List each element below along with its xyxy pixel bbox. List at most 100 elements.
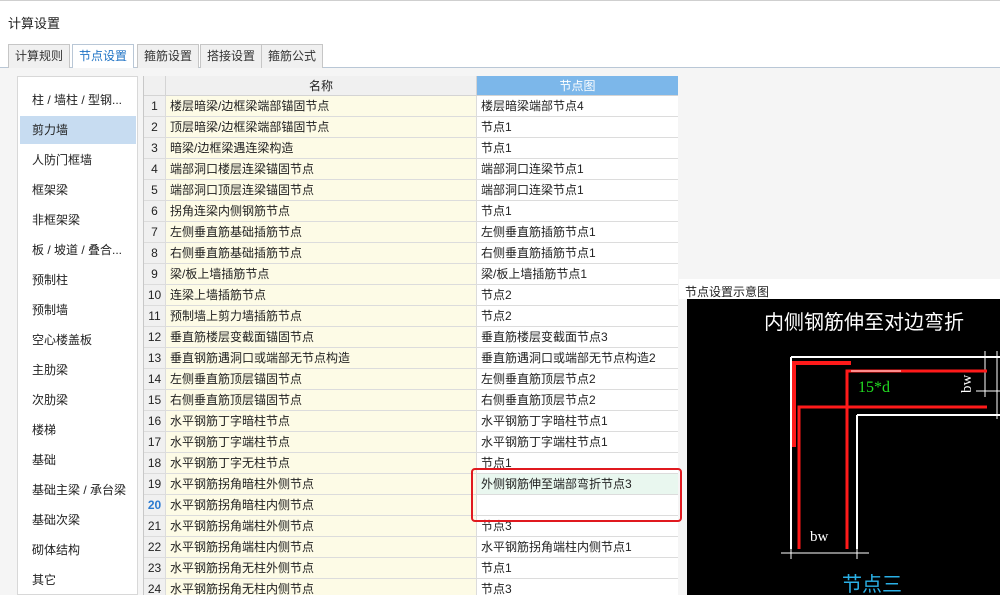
table-row[interactable]: 3 暗梁/边框梁遇连梁构造 节点1 <box>144 138 678 159</box>
table-row[interactable]: 6 拐角连梁内侧钢筋节点 节点1 <box>144 201 678 222</box>
node-value-cell[interactable]: 节点1 <box>477 201 678 222</box>
table-row[interactable]: 19 水平钢筋拐角暗柱外侧节点 外侧钢筋伸至端部弯折节点3 <box>144 474 678 495</box>
table-row[interactable]: 10 连梁上墙插筋节点 节点2 <box>144 285 678 306</box>
node-value-cell[interactable]: 节点3 <box>477 516 678 537</box>
sidebar-item[interactable]: 人防门框墙 <box>20 146 136 174</box>
table-row[interactable]: 9 梁/板上墙插筋节点 梁/板上墙插筋节点1 <box>144 264 678 285</box>
sidebar-item[interactable]: 主肋梁 <box>20 356 136 384</box>
node-value-cell[interactable]: 垂直筋楼层变截面节点3 <box>477 327 678 348</box>
table-row[interactable]: 1 楼层暗梁/边框梁端部锚固节点 楼层暗梁端部节点4 <box>144 96 678 117</box>
node-value-cell[interactable]: 节点2 <box>477 306 678 327</box>
table-row[interactable]: 20水平钢筋拐角暗柱内侧节点拐角暗柱内侧节点3··· <box>144 495 678 516</box>
node-value-cell[interactable]: 节点1 <box>477 558 678 579</box>
table-row[interactable]: 16 水平钢筋丁字暗柱节点 水平钢筋丁字暗柱节点1 <box>144 411 678 432</box>
tab-node-settings[interactable]: 节点设置 <box>72 44 135 69</box>
diagram-title: 内侧钢筋伸至对边弯折 <box>764 311 964 334</box>
table-row[interactable]: 7 左侧垂直筋基础插筋节点 左侧垂直筋插筋节点1 <box>144 222 678 243</box>
wall-thickness-label-side: bw <box>959 375 975 394</box>
tab-calc-rules[interactable]: 计算规则 <box>8 44 71 68</box>
diagram-caption: 节点三 <box>842 573 902 595</box>
setting-name-cell: 水平钢筋拐角暗柱外侧节点 <box>166 474 477 495</box>
tab-lap-settings[interactable]: 搭接设置 <box>200 44 263 68</box>
sidebar-item[interactable]: 基础次梁 <box>20 506 136 534</box>
node-diagram: 内侧钢筋伸至对边弯折 15*d bw bw 节点三 <box>764 311 1000 595</box>
setting-name-cell: 水平钢筋丁字无柱节点 <box>166 453 477 474</box>
row-number: 24 <box>144 579 166 595</box>
node-value-cell[interactable]: 楼层暗梁端部节点4 <box>477 96 678 117</box>
table-row[interactable]: 23 水平钢筋拐角无柱外侧节点 节点1 <box>144 558 678 579</box>
table-row[interactable]: 24 水平钢筋拐角无柱内侧节点 节点3 <box>144 579 678 595</box>
row-number: 18 <box>144 453 166 474</box>
setting-name-cell: 右侧垂直筋基础插筋节点 <box>166 243 477 264</box>
table-row[interactable]: 8 右侧垂直筋基础插筋节点 右侧垂直筋插筋节点1 <box>144 243 678 264</box>
node-value-cell[interactable]: 节点1 <box>477 453 678 474</box>
table-row[interactable]: 14 左侧垂直筋顶层锚固节点 左侧垂直筋顶层节点2 <box>144 369 678 390</box>
sidebar-item[interactable]: 次肋梁 <box>20 386 136 414</box>
table-row[interactable]: 11 预制墙上剪力墙插筋节点 节点2 <box>144 306 678 327</box>
table-row[interactable]: 5 端部洞口顶层连梁锚固节点 端部洞口连梁节点1 <box>144 180 678 201</box>
node-value-cell[interactable]: 左侧垂直筋顶层节点2 <box>477 369 678 390</box>
node-value-cell[interactable]: 右侧垂直筋顶层节点2 <box>477 390 678 411</box>
setting-name-cell: 梁/板上墙插筋节点 <box>166 264 477 285</box>
outer-rebar <box>792 361 851 447</box>
node-value-cell[interactable]: 端部洞口连梁节点1 <box>477 180 678 201</box>
component-type-list[interactable]: 柱 / 墙柱 / 型钢... 剪力墙 人防门框墙 框架梁 非框架梁板 / 坡道 / 叠合… <box>17 76 138 595</box>
row-number: 12 <box>144 327 166 348</box>
sidebar-item[interactable]: 框架梁 <box>20 176 136 204</box>
node-value-cell[interactable]: 节点1 <box>477 138 678 159</box>
setting-name-cell: 连梁上墙插筋节点 <box>166 285 477 306</box>
row-number: 8 <box>144 243 166 264</box>
setting-name-cell: 水平钢筋拐角端柱内侧节点 <box>166 537 477 558</box>
sidebar-item[interactable]: 砌体结构 <box>20 536 136 564</box>
table-row[interactable]: 12 垂直筋楼层变截面锚固节点 垂直筋楼层变截面节点3 <box>144 327 678 348</box>
sidebar-item[interactable]: 预制墙 <box>20 296 136 324</box>
name-column-header: 名称 <box>166 76 477 96</box>
sidebar-item[interactable]: 板 / 坡道 / 叠合... <box>20 236 136 264</box>
inner-rebar-horizontal <box>797 405 987 549</box>
row-number: 23 <box>144 558 166 579</box>
table-row[interactable]: 21 水平钢筋拐角端柱外侧节点 节点3 <box>144 516 678 537</box>
sidebar-item[interactable]: 基础 <box>20 446 136 474</box>
setting-name-cell: 水平钢筋拐角无柱外侧节点 <box>166 558 477 579</box>
row-number: 17 <box>144 432 166 453</box>
node-value-cell[interactable]: 水平钢筋丁字端柱节点1 <box>477 432 678 453</box>
sidebar-item[interactable]: 楼梯 <box>20 416 136 444</box>
table-row[interactable]: 17 水平钢筋丁字端柱节点 水平钢筋丁字端柱节点1 <box>144 432 678 453</box>
setting-name-cell: 垂直筋楼层变截面锚固节点 <box>166 327 477 348</box>
node-value-cell[interactable]: 节点2 <box>477 285 678 306</box>
row-number: 14 <box>144 369 166 390</box>
node-value-cell[interactable]: 拐角暗柱内侧节点3··· <box>477 495 678 516</box>
node-diagram-column-header: 节点图 <box>477 76 678 96</box>
node-value-cell[interactable]: 垂直筋遇洞口或端部无节点构造2 <box>477 348 678 369</box>
node-value-cell[interactable]: 端部洞口连梁节点1 <box>477 159 678 180</box>
setting-name-cell: 水平钢筋拐角无柱内侧节点 <box>166 579 477 595</box>
table-row[interactable]: 22 水平钢筋拐角端柱内侧节点 水平钢筋拐角端柱内侧节点1 <box>144 537 678 558</box>
node-value-cell[interactable]: 左侧垂直筋插筋节点1 <box>477 222 678 243</box>
sidebar-item[interactable]: 其它 <box>20 566 136 594</box>
node-value-cell[interactable]: 右侧垂直筋插筋节点1 <box>477 243 678 264</box>
setting-name-cell: 楼层暗梁/边框梁端部锚固节点 <box>166 96 477 117</box>
node-value-cell[interactable]: 水平钢筋丁字暗柱节点1 <box>477 411 678 432</box>
wall-thickness-label-bottom: bw <box>810 529 829 545</box>
tab-stirrup-settings[interactable]: 箍筋设置 <box>137 44 200 68</box>
table-row[interactable]: 13 垂直钢筋遇洞口或端部无节点构造 垂直筋遇洞口或端部无节点构造2 <box>144 348 678 369</box>
tab-stirrup-formula[interactable]: 箍筋公式 <box>261 44 324 68</box>
setting-name-cell: 暗梁/边框梁遇连梁构造 <box>166 138 477 159</box>
table-row[interactable]: 4 端部洞口楼层连梁锚固节点 端部洞口连梁节点1 <box>144 159 678 180</box>
sidebar-item[interactable]: 非框架梁 <box>20 206 136 234</box>
node-value-cell[interactable]: 外侧钢筋伸至端部弯折节点3 <box>477 474 678 495</box>
node-value-cell[interactable]: 水平钢筋拐角端柱内侧节点1 <box>477 537 678 558</box>
sidebar-item[interactable]: 空心楼盖板 <box>20 326 136 354</box>
row-number: 10 <box>144 285 166 306</box>
node-value-cell[interactable]: 节点3 <box>477 579 678 595</box>
node-value-cell[interactable]: 梁/板上墙插筋节点1 <box>477 264 678 285</box>
row-number: 6 <box>144 201 166 222</box>
table-row[interactable]: 2 顶层暗梁/边框梁端部锚固节点 节点1 <box>144 117 678 138</box>
sidebar-item[interactable]: 预制柱 <box>20 266 136 294</box>
table-row[interactable]: 15 右侧垂直筋顶层锚固节点 右侧垂直筋顶层节点2 <box>144 390 678 411</box>
sidebar-item[interactable]: 剪力墙 <box>20 116 136 144</box>
table-row[interactable]: 18 水平钢筋丁字无柱节点 节点1 <box>144 453 678 474</box>
sidebar-item[interactable]: 基础主梁 / 承台梁 <box>20 476 136 504</box>
sidebar-item[interactable]: 柱 / 墙柱 / 型钢... <box>20 86 136 114</box>
node-value-cell[interactable]: 节点1 <box>477 117 678 138</box>
